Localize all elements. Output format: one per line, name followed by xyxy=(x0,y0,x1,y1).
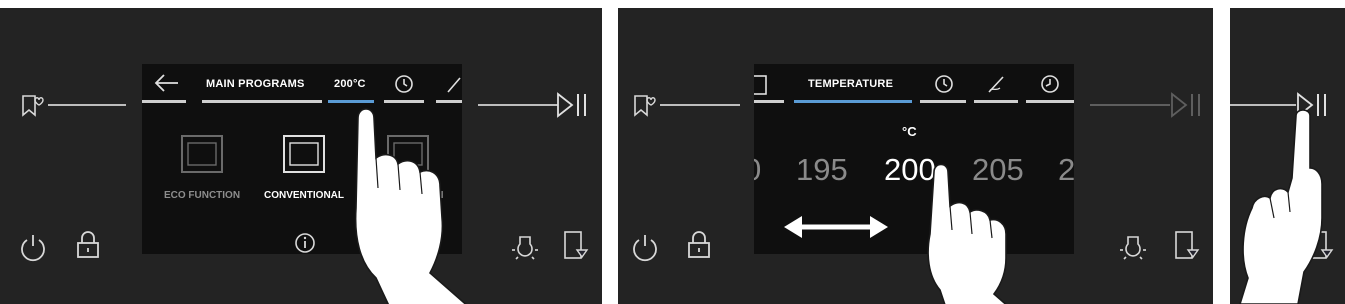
power-icon[interactable] xyxy=(632,233,658,262)
active-tab-underline xyxy=(794,100,912,103)
temperature-value[interactable]: 195 xyxy=(796,152,848,188)
clock-icon[interactable] xyxy=(934,74,954,94)
probe-icon[interactable] xyxy=(446,74,462,94)
favourite-bookmark-icon[interactable] xyxy=(632,94,656,118)
left-slider-line xyxy=(48,104,126,106)
tab-underline xyxy=(142,100,186,103)
right-slider-line xyxy=(1090,104,1170,106)
oven-panel-temperature: TEMPERATURE °C 0 195 200 205 2 xyxy=(618,8,1213,304)
oven-icon[interactable] xyxy=(282,134,326,174)
program-eco-function[interactable]: ECO FUNCTION xyxy=(152,190,252,201)
remote-control-icon[interactable] xyxy=(563,230,589,262)
tab-underline xyxy=(920,100,966,103)
temperature-value[interactable]: 2 xyxy=(1058,152,1074,188)
tab-underline xyxy=(754,100,784,103)
oven-icon[interactable] xyxy=(754,74,768,96)
favourite-bookmark-icon[interactable] xyxy=(20,94,44,118)
oven-icon[interactable] xyxy=(180,134,224,174)
screen-title: TEMPERATURE xyxy=(808,78,894,90)
swipe-arrows-icon xyxy=(784,214,888,240)
info-icon[interactable] xyxy=(294,232,316,254)
pointing-hand-icon xyxy=(330,98,480,304)
power-icon[interactable] xyxy=(20,233,46,262)
tab-underline xyxy=(974,100,1018,103)
clock-icon[interactable] xyxy=(394,74,414,94)
play-pause-icon[interactable] xyxy=(1170,92,1202,118)
lock-icon[interactable] xyxy=(686,230,712,260)
oven-light-icon[interactable] xyxy=(1118,232,1148,262)
right-slider-line xyxy=(1230,104,1296,106)
temperature-unit: °C xyxy=(902,124,917,139)
probe-icon[interactable] xyxy=(986,74,1006,94)
temperature-value[interactable]: 0 xyxy=(754,152,761,188)
oven-light-icon[interactable] xyxy=(510,232,540,262)
right-slider-line xyxy=(478,104,558,106)
tab-temperature[interactable]: 200°C xyxy=(334,78,366,90)
timer-icon[interactable] xyxy=(1040,74,1060,94)
tab-underline xyxy=(202,100,322,103)
play-pause-icon[interactable] xyxy=(556,92,588,118)
left-slider-line xyxy=(660,104,740,106)
oven-panel-main-programs: MAIN PROGRAMS 200°C ECO FUNCTION CONVENT… xyxy=(0,8,602,304)
lock-icon[interactable] xyxy=(75,230,101,260)
back-arrow-icon[interactable] xyxy=(154,74,180,92)
remote-control-icon[interactable] xyxy=(1174,230,1200,262)
pointing-hand-icon xyxy=(1234,108,1334,304)
oven-panel-start xyxy=(1230,8,1345,304)
tab-underline xyxy=(1026,100,1074,103)
pointing-hand-icon xyxy=(910,158,1020,304)
screen-title: MAIN PROGRAMS xyxy=(206,78,305,90)
